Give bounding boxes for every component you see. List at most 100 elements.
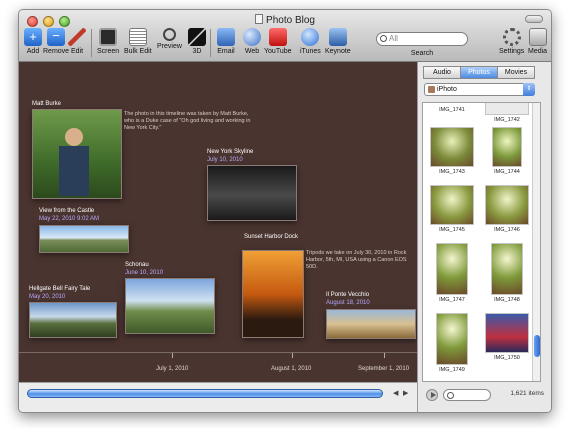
gear-icon bbox=[502, 28, 521, 46]
item-count: 1,621 items bbox=[510, 390, 544, 397]
3d-button[interactable]: 3D bbox=[188, 28, 206, 55]
screen-button[interactable]: Screen bbox=[97, 28, 119, 55]
media-icon bbox=[528, 28, 547, 46]
thumbnail-image bbox=[430, 127, 474, 167]
minus-icon: − bbox=[47, 28, 66, 46]
photo-schonau[interactable] bbox=[125, 278, 215, 334]
photo-ponte-vecchio[interactable] bbox=[326, 309, 416, 339]
timeline-axis: July 1, 2010 August 1, 2010 September 1,… bbox=[19, 352, 417, 382]
thumbnail-image bbox=[492, 127, 522, 167]
tab-movies[interactable]: Movies bbox=[497, 66, 535, 79]
play-icon[interactable] bbox=[426, 389, 438, 401]
entry-date: July 10, 2010 bbox=[207, 157, 243, 163]
thumbnail-image bbox=[485, 313, 529, 353]
email-button[interactable]: Email bbox=[217, 28, 235, 55]
thumbnail-image bbox=[485, 185, 529, 225]
toolbar-toggle-button[interactable] bbox=[525, 15, 543, 23]
entry-title: Il Ponte Vecchio bbox=[326, 292, 370, 298]
filter-search-input[interactable] bbox=[443, 389, 491, 401]
entry-title: View from the Castle bbox=[39, 208, 95, 214]
itunes-button[interactable]: iTunes bbox=[300, 28, 321, 55]
photo-thumbnail[interactable]: IMG_1744 bbox=[481, 127, 533, 175]
toolbar: Photo Blog + Add − Remove Edit Screen Bulk… bbox=[19, 10, 551, 62]
list-icon bbox=[128, 28, 147, 46]
axis-label: September 1, 2010 bbox=[358, 366, 410, 372]
photo-grid[interactable]: IMG_1741 IMG_1742 IMG_1743 IMG_1744 IMG_… bbox=[422, 102, 541, 382]
entry-date: May 22, 2010 9:02 AM bbox=[39, 216, 100, 222]
entry-title: Sunset Harbor Dock bbox=[244, 234, 299, 240]
grid-scrollbar[interactable] bbox=[532, 103, 540, 381]
photo-thumbnail[interactable]: IMG_1748 bbox=[481, 243, 533, 303]
axis-tick bbox=[292, 353, 293, 358]
photo-thumbnail[interactable]: IMG_1750 bbox=[481, 313, 533, 361]
bulk-edit-button[interactable]: Bulk Edit bbox=[124, 28, 152, 55]
scroll-right-arrow-icon[interactable]: ▶ bbox=[403, 389, 408, 397]
photo-new-york-skyline[interactable] bbox=[207, 165, 297, 221]
chevron-updown-icon: ⇕ bbox=[523, 83, 535, 96]
photo-thumbnail[interactable]: IMG_1747 bbox=[426, 243, 478, 303]
photo-fairy-tale[interactable] bbox=[29, 302, 117, 338]
thumbnail-image bbox=[485, 103, 529, 115]
photo-thumbnail[interactable]: IMG_1741 bbox=[426, 105, 478, 113]
youtube-icon bbox=[268, 28, 287, 46]
panel-footer: 1,621 items bbox=[418, 386, 551, 412]
app-window: Photo Blog + Add − Remove Edit Screen Bulk… bbox=[18, 9, 552, 413]
entry-title: New York Skyline bbox=[207, 149, 254, 155]
thumbnail-image bbox=[430, 185, 474, 225]
timeline-scrollbar[interactable]: ◀ ▶ bbox=[19, 382, 417, 412]
email-icon bbox=[217, 28, 235, 46]
scrollbar-thumb[interactable] bbox=[27, 389, 383, 398]
itunes-icon bbox=[301, 28, 320, 46]
media-button[interactable]: Media bbox=[528, 28, 547, 55]
add-button[interactable]: + Add bbox=[24, 28, 42, 55]
globe-icon bbox=[243, 28, 261, 46]
thumbnail-image bbox=[436, 313, 468, 365]
axis-tick bbox=[384, 353, 385, 358]
toolbar-separator bbox=[91, 29, 92, 57]
scroll-left-arrow-icon[interactable]: ◀ bbox=[393, 389, 398, 397]
photo-sunset-harbor[interactable] bbox=[242, 250, 304, 338]
thumbnail-image bbox=[436, 243, 468, 295]
entry-title: Matt Burke bbox=[32, 101, 62, 107]
photo-view-from-castle[interactable] bbox=[39, 225, 129, 253]
window-title: Photo Blog bbox=[19, 14, 551, 26]
edit-button[interactable]: Edit bbox=[68, 28, 86, 55]
tab-photos[interactable]: Photos bbox=[460, 66, 498, 79]
photo-thumbnail[interactable]: IMG_1745 bbox=[426, 185, 478, 233]
entry-description: Tripods we take on July 30, 2010 in Rock… bbox=[306, 250, 407, 270]
settings-button[interactable]: Settings bbox=[499, 28, 524, 55]
keynote-icon bbox=[328, 28, 347, 46]
preview-button[interactable]: Preview bbox=[157, 28, 182, 50]
thumbnail-image bbox=[491, 243, 523, 295]
tab-audio[interactable]: Audio bbox=[423, 66, 461, 79]
toolbar-separator bbox=[210, 29, 211, 57]
3d-icon bbox=[188, 28, 206, 46]
source-select[interactable]: iPhoto ⇕ bbox=[424, 83, 535, 96]
photo-thumbnail[interactable]: IMG_1749 bbox=[426, 313, 478, 373]
plus-icon: + bbox=[24, 28, 42, 46]
youtube-button[interactable]: YouTube bbox=[264, 28, 292, 55]
entry-description: The photo in this timeline was taken by … bbox=[124, 111, 251, 131]
remove-button[interactable]: − Remove bbox=[43, 28, 69, 55]
web-button[interactable]: Web bbox=[243, 28, 261, 55]
grid-scrollbar-thumb[interactable] bbox=[534, 335, 540, 357]
search-icon bbox=[380, 35, 387, 42]
photo-thumbnail[interactable]: IMG_1742 bbox=[481, 103, 533, 123]
keynote-button[interactable]: Keynote bbox=[325, 28, 351, 55]
media-browser-panel: Audio Photos Movies iPhoto ⇕ IMG_1741 IM… bbox=[417, 62, 551, 412]
search-label: Search bbox=[410, 50, 434, 57]
screen-icon bbox=[99, 28, 118, 46]
entry-date: June 10, 2010 bbox=[125, 270, 164, 276]
timeline-canvas[interactable]: Matt Burke The photo in this timeline wa… bbox=[19, 62, 417, 382]
media-tabs: Audio Photos Movies bbox=[423, 66, 535, 79]
iphoto-icon bbox=[428, 86, 435, 93]
photo-thumbnail[interactable]: IMG_1743 bbox=[426, 127, 478, 175]
entry-date: May 20, 2010 bbox=[29, 294, 66, 300]
photo-thumbnail[interactable]: IMG_1746 bbox=[481, 185, 533, 233]
document-icon bbox=[255, 14, 264, 24]
entry-title: Hellgate Bell Fairy Tale bbox=[29, 286, 91, 292]
photo-matt-burke[interactable] bbox=[32, 109, 122, 199]
axis-label: August 1, 2010 bbox=[271, 366, 312, 372]
search-input[interactable]: All bbox=[376, 32, 468, 46]
axis-label: July 1, 2010 bbox=[156, 366, 189, 372]
